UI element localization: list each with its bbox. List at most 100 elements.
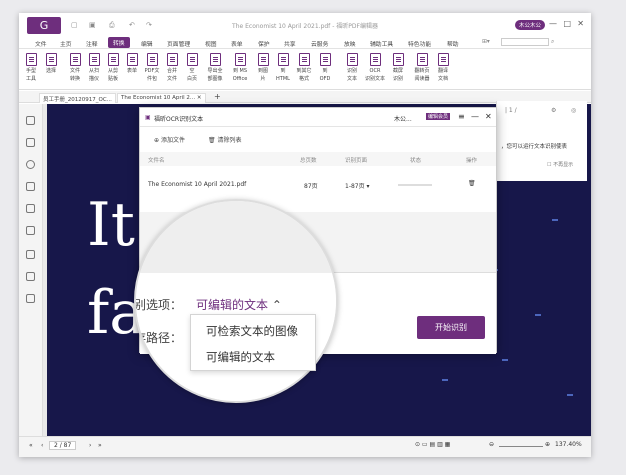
zoom-level[interactable]: 137.40% <box>555 441 582 448</box>
magnifier-gray <box>136 201 336 273</box>
other-format-icon <box>298 53 310 66</box>
delete-row-icon[interactable]: 🗑 <box>468 180 476 187</box>
dialog-title-bar: ▣ 福昕OCR识别文本 木公... 编辑会员 ≡ — ✕ <box>140 108 496 127</box>
progress-bar <box>398 184 432 186</box>
tab-employee-handbook[interactable]: 员工手册_20120917_OC... <box>39 93 116 103</box>
zoom-out-icon[interactable]: ⊖ <box>489 441 494 448</box>
flip-reader-button[interactable]: 翻转页 阅读器 <box>411 53 433 82</box>
minimize-button[interactable]: — <box>549 19 557 28</box>
search-input[interactable] <box>501 38 549 46</box>
close-tab-icon[interactable]: ✕ <box>197 95 202 101</box>
translate-button[interactable]: 翻译 文档 <box>432 53 454 82</box>
page-number-field[interactable]: 2 / 87 <box>49 441 77 450</box>
menu-features[interactable]: 特色功能 <box>408 39 431 48</box>
user-badge[interactable]: 木公木公 <box>514 20 545 30</box>
blank-page-button[interactable]: 空白页 <box>181 53 203 82</box>
form-icon <box>126 53 138 66</box>
page-text-it: It <box>87 190 135 260</box>
option-searchable-image[interactable]: 可检索文本的图像 <box>206 323 298 339</box>
document-icon[interactable] <box>26 250 35 259</box>
to-html-button[interactable]: 到 HTML <box>272 53 294 82</box>
ribbon-toolbar: 手型 工具 选择 文件 转换 从扫 描仪 从剪 贴板 表单 PDF文 件包 合并 文件 空白… <box>19 50 591 90</box>
settings-icon[interactable]: ⚙ <box>551 107 556 114</box>
hand-tool-button[interactable]: 手型 工具 <box>20 53 42 82</box>
to-other-format-button[interactable]: 到其它 格式 <box>293 53 315 82</box>
attachment-icon[interactable] <box>26 204 35 213</box>
mode-select[interactable]: 可编辑的文本 ⌃ <box>196 296 282 313</box>
no-show-checkbox[interactable]: ☐ 不再显示 <box>547 161 573 168</box>
dialog-user[interactable]: 木公... <box>394 114 412 123</box>
page-light <box>552 219 558 221</box>
page-light <box>442 379 448 381</box>
menu-file[interactable]: 文件 <box>35 39 47 48</box>
recognize-text-button[interactable]: 识别 文本 <box>341 53 363 82</box>
merge-files-button[interactable]: 合并 文件 <box>161 53 183 82</box>
mode-dropdown: 可检索文本的图像 可编辑的文本 <box>190 314 316 371</box>
search-icon[interactable]: ⌕ <box>551 39 554 46</box>
comment-icon[interactable] <box>26 160 35 169</box>
export-images-button[interactable]: 导出全 部图像 <box>204 53 226 82</box>
menu-edit[interactable]: 编辑 <box>141 39 153 48</box>
menu-protect[interactable]: 保护 <box>258 39 270 48</box>
dialog-close-button[interactable]: ✕ <box>485 112 492 121</box>
package-icon <box>146 53 158 66</box>
menu-annotate[interactable]: 注释 <box>86 39 98 48</box>
add-file-button[interactable]: ⊕ 添加文件 <box>154 135 185 144</box>
select-tool-button[interactable]: 选择 <box>40 53 62 76</box>
form-button[interactable]: 表单 <box>121 53 143 76</box>
window-title: The Economist 10 April 2021.pdf - 福昕PDF编… <box>232 23 378 30</box>
menu-slideshow[interactable]: 放映 <box>344 39 356 48</box>
layout-icon[interactable]: ⊞▾ <box>482 39 490 45</box>
screenshot-ocr-button[interactable]: 截屏 识别 <box>387 53 409 82</box>
pages-icon[interactable] <box>26 138 35 147</box>
option-editable-text[interactable]: 可编辑的文本 <box>206 349 275 365</box>
scanner-icon <box>88 53 100 66</box>
menu-share[interactable]: 共享 <box>284 39 296 48</box>
header-range: 识别页面 <box>345 158 368 164</box>
security-icon[interactable] <box>26 226 35 235</box>
clear-list-button[interactable]: 🗑 清除列表 <box>208 135 242 144</box>
recognize-icon <box>346 53 358 66</box>
menu-home[interactable]: 主页 <box>60 39 72 48</box>
zoom-slider[interactable] <box>499 446 543 447</box>
to-office-button[interactable]: 到 MS Office <box>229 53 251 82</box>
signature-icon[interactable] <box>26 272 35 281</box>
next-page-icon[interactable]: › <box>89 442 91 449</box>
maximize-button[interactable]: □ <box>563 19 571 28</box>
menu-form[interactable]: 表单 <box>231 39 243 48</box>
bookmark-icon[interactable] <box>26 116 35 125</box>
zoom-in-icon[interactable]: ⊕ <box>545 441 550 448</box>
options-icon[interactable]: ◎ <box>571 107 576 114</box>
image-export-icon <box>209 53 221 66</box>
menu-convert[interactable]: 转换 <box>108 37 130 48</box>
new-tab-icon[interactable]: + <box>211 91 224 101</box>
dialog-minimize-button[interactable]: — <box>471 112 479 121</box>
pdf-package-button[interactable]: PDF文 件包 <box>141 53 163 82</box>
menu-view[interactable]: 视图 <box>205 39 217 48</box>
menu-help[interactable]: 帮助 <box>447 39 459 48</box>
start-ocr-button[interactable]: 开始识别 <box>417 316 485 339</box>
page-range-select[interactable]: 1-87页 ▾ <box>345 181 370 190</box>
view-mode-icons[interactable]: ⊙ ▭ ▤ ▥ ▦ <box>415 441 450 448</box>
file-convert-icon <box>69 53 81 66</box>
dialog-menu-icon[interactable]: ≡ <box>458 112 465 121</box>
to-ofd-button[interactable]: 到 OFD <box>314 53 336 82</box>
to-image-button[interactable]: 到图片 <box>252 53 274 82</box>
office-icon <box>234 53 246 66</box>
layers-icon[interactable] <box>26 182 35 191</box>
menu-cloud[interactable]: 云服务 <box>311 39 328 48</box>
prev-page-icon[interactable]: ‹ <box>41 442 43 449</box>
tab-economist[interactable]: The Economist 10 April 2... ✕ <box>117 93 206 103</box>
menu-page-manage[interactable]: 页面管理 <box>167 39 190 48</box>
html-icon <box>277 53 289 66</box>
translate-icon <box>437 53 449 66</box>
close-button[interactable]: ✕ <box>577 19 584 28</box>
menu-tools[interactable]: 辅助工具 <box>370 39 393 48</box>
ofd-icon <box>319 53 331 66</box>
mode-label: 别选项： <box>134 298 183 312</box>
flip-icon <box>416 53 428 66</box>
first-page-icon[interactable]: « <box>29 442 33 449</box>
ocr-button[interactable]: OCR 识别文本 <box>364 53 386 82</box>
last-page-icon[interactable]: » <box>98 442 102 449</box>
compare-icon[interactable] <box>26 294 35 303</box>
